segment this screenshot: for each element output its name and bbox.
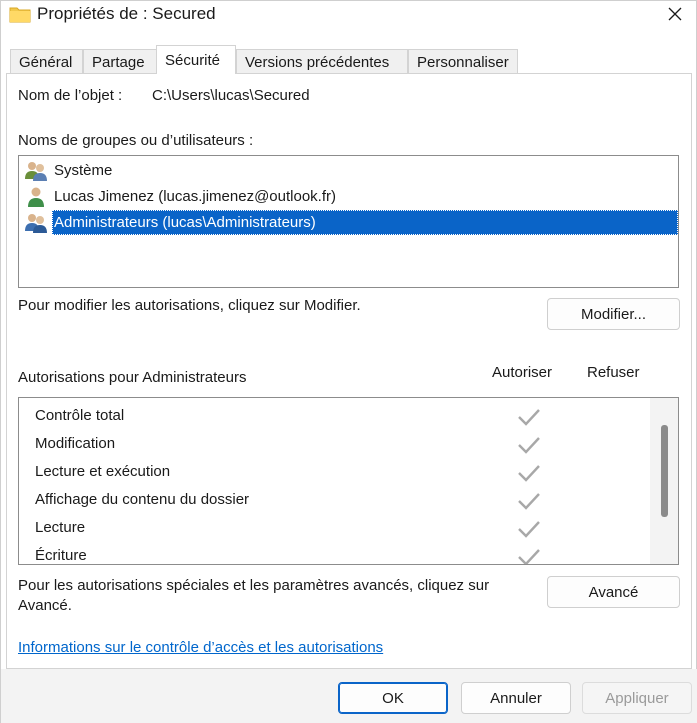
tab-general[interactable]: Général [10, 49, 83, 73]
advanced-hint-line2: Avancé. [18, 597, 72, 614]
list-item-user[interactable]: Lucas Jimenez (lucas.jimenez@outlook.fr) [21, 184, 678, 209]
folder-icon [9, 5, 31, 23]
list-item-system[interactable]: Système [21, 158, 678, 183]
user-icon [24, 186, 48, 208]
window-title: Propriétés de : Secured [37, 4, 216, 23]
dialog-footer: OK Annuler Appliquer [1, 669, 697, 723]
tab-security[interactable]: Sécurité [156, 45, 236, 74]
ok-button[interactable]: OK [338, 682, 448, 714]
permission-name: Modification [35, 435, 116, 452]
check-icon [517, 463, 541, 483]
permission-name: Contrôle total [35, 407, 125, 424]
properties-dialog: Propriétés de : Secured Général Partage … [0, 0, 697, 723]
object-name-value: C:\Users\lucas\Secured [152, 87, 310, 104]
modify-button[interactable]: Modifier... [547, 298, 680, 330]
list-item-label: Système [54, 162, 113, 179]
advanced-button[interactable]: Avancé [547, 576, 680, 608]
permissions-list[interactable]: Contrôle total Modification Lecture et e… [18, 397, 679, 565]
check-icon [517, 547, 541, 564]
permission-name: Lecture et exécution [35, 463, 171, 480]
permission-name: Affichage du contenu du dossier [35, 491, 250, 508]
permission-row: Affichage du contenu du dossier [19, 487, 651, 515]
permission-row: Modification [19, 431, 651, 459]
permission-name: Écriture [35, 547, 87, 564]
permission-row: Écriture [19, 543, 651, 564]
close-button[interactable] [652, 1, 697, 31]
list-item-administrators[interactable]: Administrateurs (lucas\Administrateurs) [21, 210, 678, 235]
tab-sharing[interactable]: Partage [83, 49, 157, 73]
allow-column-header: Autoriser [492, 364, 553, 381]
deny-column-header: Refuser [587, 364, 640, 381]
tab-customize[interactable]: Personnaliser [408, 49, 518, 73]
permission-row: Lecture et exécution [19, 459, 651, 487]
tab-bar: Général Partage Sécurité Versions précéd… [1, 45, 697, 74]
scrollbar-thumb[interactable] [661, 425, 668, 517]
groups-list[interactable]: Système Lucas Jimenez (lucas.jimenez@out… [18, 155, 679, 288]
group-users-icon [24, 212, 48, 234]
permissions-title: Autorisations pour Administrateurs [18, 369, 247, 386]
permission-row: Lecture [19, 515, 651, 543]
close-icon [668, 7, 682, 25]
cancel-button[interactable]: Annuler [461, 682, 571, 714]
check-icon [517, 491, 541, 511]
title-bar: Propriétés de : Secured [1, 1, 697, 31]
list-item-label: Lucas Jimenez (lucas.jimenez@outlook.fr) [54, 188, 337, 205]
modify-hint: Pour modifier les autorisations, cliquez… [18, 297, 361, 314]
object-name-label: Nom de l’objet : [18, 87, 123, 104]
apply-button[interactable]: Appliquer [582, 682, 692, 714]
check-icon [517, 407, 541, 427]
permission-row: Contrôle total [19, 403, 651, 431]
check-icon [517, 519, 541, 539]
check-icon [517, 435, 541, 455]
permission-name: Lecture [35, 519, 86, 536]
group-users-icon [24, 160, 48, 182]
list-item-label: Administrateurs (lucas\Administrateurs) [52, 210, 678, 235]
permissions-scrollbar[interactable] [650, 398, 678, 564]
groups-label: Noms de groupes ou d’utilisateurs : [18, 132, 254, 149]
tab-previous-versions[interactable]: Versions précédentes [236, 49, 408, 73]
advanced-hint-line1: Pour les autorisations spéciales et les … [18, 577, 490, 594]
access-control-info-link[interactable]: Informations sur le contrôle d’accès et … [18, 639, 383, 656]
